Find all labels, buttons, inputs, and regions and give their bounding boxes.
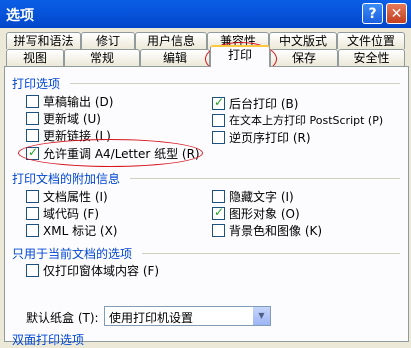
chevron-down-icon[interactable]: ▼: [253, 307, 270, 325]
tab-general[interactable]: 常规: [64, 49, 140, 66]
section-duplex: 双面打印选项: [12, 333, 85, 347]
update-links-checkbox[interactable]: [26, 129, 39, 142]
reverse-order-label: 逆页序打印 (R): [229, 131, 311, 145]
tab-spelling[interactable]: 拼写和语法: [6, 32, 81, 49]
section-current-doc: 只用于当前文档的选项: [12, 247, 133, 261]
field-codes-checkbox[interactable]: [26, 207, 39, 220]
tab-asian-typography[interactable]: 中文版式: [269, 32, 337, 49]
doc-properties-checkbox[interactable]: [26, 190, 39, 203]
form-data-only-label: 仅打印窗体域内容 (F): [43, 264, 160, 278]
default-tray-label: 默认纸盒 (T):: [26, 311, 99, 325]
background-print-checkbox[interactable]: [212, 95, 225, 110]
hidden-text-label: 隐藏文字 (I): [229, 190, 294, 204]
tab-save[interactable]: 保存: [270, 49, 338, 66]
form-data-only-checkbox[interactable]: [26, 264, 39, 277]
drawing-objects-label: 图形对象 (O): [229, 207, 300, 221]
section-print-options: 打印选项: [12, 77, 61, 91]
xml-tags-label: XML 标记 (X): [43, 224, 118, 238]
field-codes-label: 域代码 (F): [43, 207, 100, 221]
default-tray-select[interactable]: 使用打印机设置 ▼: [104, 306, 271, 326]
tab-edit[interactable]: 编辑: [140, 49, 210, 66]
tab-print[interactable]: 打印: [210, 45, 270, 67]
window-title: 选项: [6, 8, 34, 24]
update-fields-checkbox[interactable]: [26, 112, 39, 125]
help-button[interactable]: ?: [362, 3, 383, 24]
draft-output-label: 草稿输出 (D): [43, 95, 114, 109]
postscript-over-text-checkbox[interactable]: [212, 114, 225, 127]
tab-view[interactable]: 视图: [6, 49, 64, 66]
section-doc-info: 打印文档的附加信息: [12, 172, 121, 186]
background-colors-checkbox[interactable]: [212, 224, 225, 237]
doc-properties-label: 文档属性 (I): [43, 190, 108, 204]
xml-tags-checkbox[interactable]: [26, 224, 39, 237]
update-links-label: 更新链接 (L): [43, 129, 111, 143]
divider: [142, 253, 400, 254]
hidden-text-checkbox[interactable]: [212, 190, 225, 203]
postscript-over-text-label: 在文本上方打印 PostScript (P): [229, 114, 384, 127]
tab-revisions[interactable]: 修订: [81, 32, 135, 49]
allow-a4-letter-checkbox[interactable]: [26, 145, 39, 160]
draft-output-checkbox[interactable]: [26, 95, 39, 108]
tab-file-locations[interactable]: 文件位置: [337, 32, 405, 49]
reverse-order-checkbox[interactable]: [212, 131, 225, 144]
title-bar: 选项 ? ✕: [0, 0, 411, 28]
background-print-label: 后台打印 (B): [229, 97, 299, 111]
update-fields-label: 更新域 (U): [43, 112, 101, 126]
tab-user-info[interactable]: 用户信息: [135, 32, 207, 49]
divider: [70, 83, 400, 84]
divider: [130, 178, 400, 179]
background-colors-label: 背景色和图像 (K): [229, 224, 323, 238]
close-button[interactable]: ✕: [386, 3, 407, 24]
drawing-objects-checkbox[interactable]: [212, 205, 225, 220]
allow-a4-letter-label: 允许重调 A4/Letter 纸型 (R): [43, 147, 200, 161]
tab-security[interactable]: 安全性: [338, 49, 405, 66]
default-tray-value: 使用打印机设置: [109, 311, 194, 325]
